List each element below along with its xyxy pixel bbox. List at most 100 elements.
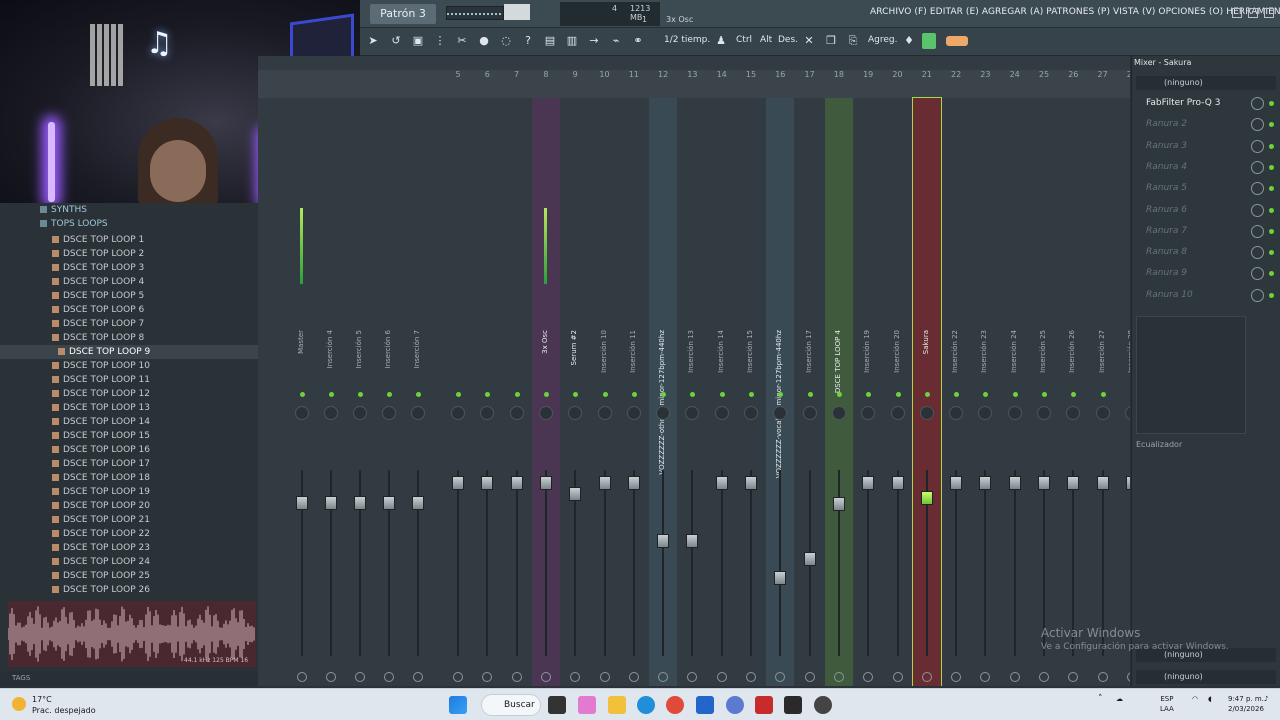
pan-knob[interactable] (656, 406, 671, 420)
volume-fader[interactable] (569, 487, 582, 502)
wifi-icon[interactable]: ◠ (1192, 694, 1198, 704)
mixer-channel[interactable]: Inserción 5 (346, 98, 374, 686)
minimize-icon[interactable] (1232, 8, 1242, 18)
mixer-channel[interactable]: 15Inserción 15▲ (737, 70, 765, 686)
mixer-channel[interactable]: 10Inserción 10▲ (591, 70, 619, 686)
mixer-channel[interactable]: 25Inserción 25▲ (1030, 70, 1058, 686)
pan-knob[interactable] (1007, 406, 1022, 420)
volume-fader[interactable] (920, 490, 933, 505)
browser-item[interactable]: DSCE TOP LOOP 7 (0, 317, 258, 331)
tray-cloud-icon[interactable]: ☁ (1116, 694, 1123, 704)
browser-item[interactable]: DSCE TOP LOOP 11 (0, 373, 258, 387)
mixer-icon[interactable]: ⋮ (431, 32, 449, 50)
chrome-profile-icon[interactable] (726, 696, 744, 714)
mixer-channel[interactable]: Inserción 7 (404, 98, 432, 686)
pan-knob[interactable] (744, 406, 758, 420)
arrow-icon[interactable]: ➤ (364, 32, 382, 50)
route-icon[interactable] (511, 672, 522, 682)
browser-item[interactable]: DSCE TOP LOOP 25 (0, 569, 258, 583)
mix-knob-icon[interactable] (1251, 139, 1264, 153)
effect-slot[interactable]: Ranura 7 (1136, 222, 1276, 241)
mic-icon[interactable]: ● (475, 32, 493, 50)
task-view-icon[interactable] (548, 696, 566, 714)
channel-enable-led[interactable] (573, 392, 579, 397)
browser-icon[interactable]: ▤ (541, 32, 559, 50)
browser-item[interactable]: DSCE TOP LOOP 19 (0, 485, 258, 499)
mixer-channel[interactable]: 26Inserción 26▲ (1059, 70, 1087, 686)
effect-slot[interactable]: Ranura 4 (1136, 158, 1276, 177)
browser-item[interactable]: DSCE TOP LOOP 21 (0, 513, 258, 527)
mixer-channel[interactable]: 5▲ (444, 70, 472, 686)
volume-fader[interactable] (715, 476, 728, 491)
undo-icon[interactable]: ↺ (387, 32, 405, 50)
route-icon[interactable] (921, 672, 932, 682)
route-icon[interactable] (716, 672, 727, 682)
route-icon[interactable] (1068, 672, 1079, 682)
browser-folder-synths[interactable]: SYNTHS (0, 203, 258, 217)
slot-enable-led[interactable] (1269, 228, 1274, 234)
route-icon[interactable] (413, 672, 423, 682)
save-icon[interactable]: ▣ (409, 32, 427, 50)
mix-knob-icon[interactable] (1251, 224, 1264, 238)
start-icon[interactable] (449, 696, 467, 714)
route-icon[interactable] (1009, 672, 1020, 682)
mixer-channel[interactable]: Inserción 4 (317, 98, 345, 686)
browser-item[interactable]: DSCE TOP LOOP 6 (0, 303, 258, 317)
link-icon[interactable]: ⚭ (629, 32, 647, 50)
pan-knob[interactable] (714, 406, 729, 420)
mixer-channel[interactable]: 7▲ (503, 70, 531, 686)
browser-item[interactable]: DSCE TOP LOOP 15 (0, 429, 258, 443)
pan-knob[interactable] (295, 406, 309, 420)
alt-button[interactable]: Alt (760, 35, 772, 45)
route-icon[interactable] (384, 672, 394, 682)
forward-icon[interactable]: → (585, 32, 603, 50)
weather-icon[interactable] (12, 697, 26, 711)
browser-item[interactable]: DSCE TOP LOOP 16 (0, 443, 258, 457)
effect-slot[interactable]: Ranura 5 (1136, 179, 1276, 198)
channel-enable-led[interactable] (690, 392, 696, 397)
route-icon[interactable] (1097, 672, 1108, 682)
app-icon-red[interactable] (755, 696, 773, 714)
pan-knob[interactable] (802, 406, 817, 420)
channel-enable-led[interactable] (807, 392, 813, 397)
delete-icon[interactable]: ✕ (800, 32, 818, 50)
channel-enable-led[interactable] (983, 392, 989, 397)
effect-slot[interactable]: Ranura 8 (1136, 243, 1276, 262)
fl-studio-icon[interactable] (784, 696, 802, 714)
pan-knob[interactable] (685, 406, 700, 420)
channel-enable-led[interactable] (358, 392, 363, 397)
mixer-channel[interactable]: 13Inserción 13▲ (678, 70, 706, 686)
pan-knob[interactable] (597, 406, 612, 420)
browser-item[interactable]: DSCE TOP LOOP 1 (0, 233, 258, 247)
store-icon[interactable] (696, 696, 714, 714)
pan-knob[interactable] (1095, 406, 1110, 420)
volume-fader[interactable] (627, 476, 640, 491)
channel-enable-led[interactable] (543, 392, 549, 397)
language-indicator[interactable]: ESP LAA (1160, 694, 1174, 714)
notification-icon[interactable]: ♪ (1264, 694, 1268, 704)
volume-fader[interactable] (745, 476, 757, 491)
mixer-channel[interactable]: 20Inserción 20▲ (884, 70, 912, 686)
volume-fader[interactable] (686, 533, 699, 548)
route-icon[interactable] (746, 672, 756, 682)
browser-item[interactable]: DSCE TOP LOOP 23 (0, 541, 258, 555)
mixer-channel[interactable]: 22Inserción 22▲ (942, 70, 970, 686)
app-icon-dark[interactable] (814, 696, 832, 714)
mixer-channel[interactable]: Inserción 6 (375, 98, 403, 686)
volume-fader[interactable] (510, 476, 523, 491)
browser-item[interactable]: DSCE TOP LOOP 10 (0, 359, 258, 373)
input-selector[interactable]: (ninguno) (1136, 76, 1276, 90)
browser-item[interactable]: DSCE TOP LOOP 13 (0, 401, 258, 415)
pan-knob[interactable] (831, 406, 846, 420)
channel-enable-led[interactable] (1042, 392, 1047, 397)
mixer-channel[interactable]: 27Inserción 27▲ (1089, 70, 1117, 686)
pan-knob[interactable] (1037, 406, 1051, 420)
channel-enable-led[interactable] (895, 392, 901, 397)
close-icon[interactable] (1264, 8, 1274, 18)
channel-enable-led[interactable] (602, 392, 608, 397)
pan-knob[interactable] (324, 406, 338, 420)
volume-fader[interactable] (296, 496, 308, 511)
mix-knob-icon[interactable] (1251, 203, 1264, 217)
route-icon[interactable] (775, 672, 786, 682)
route-icon[interactable] (326, 672, 336, 682)
